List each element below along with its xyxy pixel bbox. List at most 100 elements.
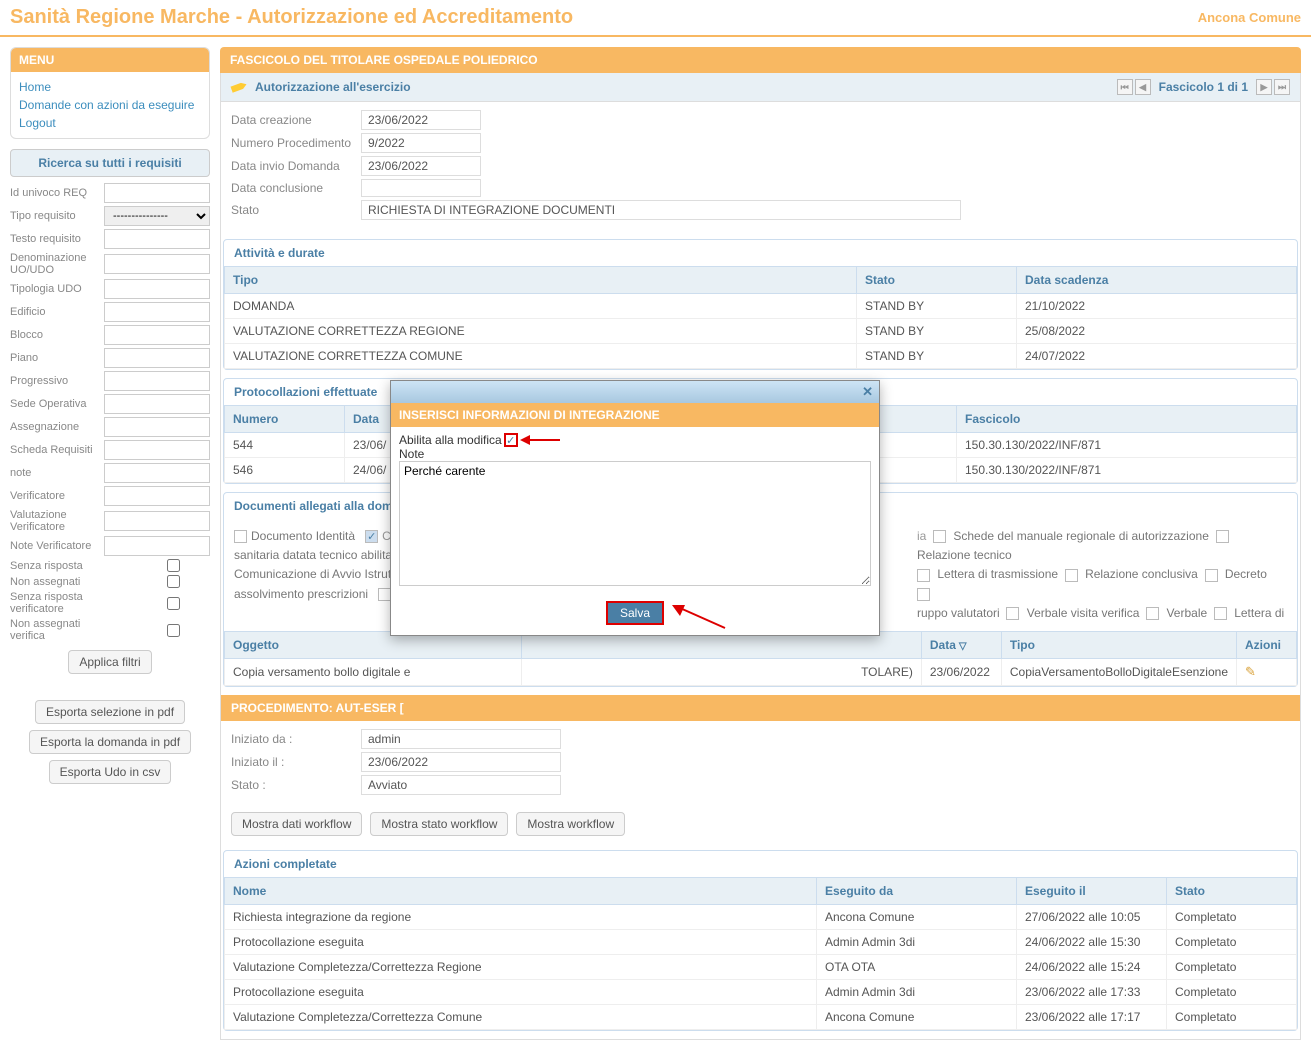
doc-checkbox[interactable]	[917, 569, 930, 582]
filter-input[interactable]	[104, 302, 210, 322]
table-header: Eseguito da	[817, 877, 1017, 904]
filter-input[interactable]	[104, 229, 210, 249]
arrow-annotation	[520, 433, 560, 447]
workflow-state-button[interactable]: Mostra stato workflow	[370, 812, 508, 836]
doc-checkbox[interactable]	[1006, 607, 1019, 620]
filter-input[interactable]	[104, 486, 210, 506]
table-header: Fascicolo	[957, 406, 1297, 433]
workflow-show-button[interactable]: Mostra workflow	[516, 812, 625, 836]
export-pdf-domanda-button[interactable]: Esporta la domanda in pdf	[29, 730, 191, 754]
info-value: 23/06/2022	[361, 156, 481, 176]
filter-input[interactable]	[104, 440, 210, 460]
filter-label: Senza risposta verificatore	[10, 591, 100, 615]
attivita-section: Attività e durate TipoStatoData scadenza…	[223, 239, 1298, 370]
pager-label: Fascicolo 1 di 1	[1159, 80, 1248, 94]
table-header: Stato	[1167, 877, 1297, 904]
info-value: 9/2022	[361, 133, 481, 153]
filter-input[interactable]	[104, 254, 210, 274]
filter-label: Tipo requisito	[10, 210, 100, 222]
filter-label: Valutazione Verificatore	[10, 509, 100, 533]
abilita-checkbox[interactable]: ✓	[504, 433, 518, 447]
table-header: Data scadenza	[1017, 267, 1297, 294]
filter-checkbox[interactable]	[167, 597, 180, 610]
doc-checkbox[interactable]	[1214, 607, 1227, 620]
menu-header: MENU	[11, 48, 209, 72]
sub-title: Autorizzazione all'esercizio	[255, 80, 411, 94]
prev-page-button[interactable]: ◀	[1135, 79, 1151, 95]
filter-select[interactable]: ---------------	[104, 206, 210, 226]
filter-input[interactable]	[104, 348, 210, 368]
filter-input[interactable]	[104, 183, 210, 203]
arrow-annotation	[670, 603, 730, 633]
doc-checkbox[interactable]	[365, 530, 378, 543]
filter-input[interactable]	[104, 279, 210, 299]
info-label: Stato	[231, 203, 361, 217]
workflow-data-button[interactable]: Mostra dati workflow	[231, 812, 362, 836]
filter-input[interactable]	[104, 511, 210, 531]
info-label: Numero Procedimento	[231, 136, 361, 150]
first-page-button[interactable]: ⏮	[1117, 79, 1133, 95]
procedimento-header: PROCEDIMENTO: AUT-ESER [	[221, 695, 1300, 721]
filter-label: note	[10, 467, 100, 479]
filter-input[interactable]	[104, 394, 210, 414]
filter-input[interactable]	[104, 536, 210, 556]
modal-header: INSERISCI INFORMAZIONI DI INTEGRAZIONE	[391, 403, 879, 427]
doc-checkbox[interactable]	[1205, 569, 1218, 582]
last-page-button[interactable]: ⏭	[1274, 79, 1290, 95]
filter-label: Denominazione UO/UDO	[10, 252, 100, 276]
apply-filters-button[interactable]: Applica filtri	[68, 650, 151, 674]
table-row: VALUTAZIONE CORRETTEZZA COMUNESTAND BY24…	[225, 344, 1297, 369]
close-icon[interactable]: ✕	[862, 384, 873, 400]
info-label: Data invio Domanda	[231, 159, 361, 173]
doc-checkbox[interactable]	[1216, 530, 1229, 543]
filter-label: Sede Operativa	[10, 398, 100, 410]
doc-checkbox[interactable]	[1065, 569, 1078, 582]
doc-checkbox[interactable]	[917, 588, 930, 601]
menu-link-home[interactable]: Home	[19, 78, 201, 96]
sort-icon[interactable]: ▽	[959, 641, 967, 652]
integration-modal: ✕ INSERISCI INFORMAZIONI DI INTEGRAZIONE…	[390, 380, 880, 636]
filter-label: Blocco	[10, 329, 100, 341]
filter-input[interactable]	[104, 463, 210, 483]
filter-label: Non assegnati verifica	[10, 618, 100, 642]
menu-link-domande[interactable]: Domande con azioni da eseguire	[19, 96, 201, 114]
filter-label: Senza risposta	[10, 560, 100, 572]
filter-checkbox[interactable]	[167, 559, 180, 572]
doc-checkbox[interactable]	[234, 530, 247, 543]
filter-label: Tipologia UDO	[10, 283, 100, 295]
filter-label: Note Verificatore	[10, 540, 100, 552]
menu-link-logout[interactable]: Logout	[19, 114, 201, 132]
filter-checkbox[interactable]	[167, 624, 180, 637]
modal-titlebar[interactable]: ✕	[391, 381, 879, 403]
filter-input[interactable]	[104, 325, 210, 345]
export-csv-button[interactable]: Esporta Udo in csv	[49, 760, 172, 784]
table-row: Valutazione Completezza/Correttezza Regi…	[225, 954, 1297, 979]
filter-input[interactable]	[104, 371, 210, 391]
filter-input[interactable]	[104, 417, 210, 437]
table-row: Protocollazione eseguitaAdmin Admin 3di2…	[225, 979, 1297, 1004]
azioni-section: Azioni completate NomeEseguito daEseguit…	[223, 850, 1298, 1031]
filter-label: Piano	[10, 352, 100, 364]
doc-checkbox[interactable]	[933, 530, 946, 543]
table-header: Nome	[225, 877, 817, 904]
export-pdf-selection-button[interactable]: Esporta selezione in pdf	[35, 700, 185, 724]
oggetto-cell: Copia versamento bollo digitale e	[225, 658, 522, 685]
edit-action-icon[interactable]: ✎	[1245, 664, 1256, 679]
table-row: Valutazione Completezza/Correttezza Comu…	[225, 1004, 1297, 1029]
info-value: RICHIESTA DI INTEGRAZIONE DOCUMENTI	[361, 200, 961, 220]
filter-label: Scheda Requisiti	[10, 444, 100, 456]
filter-label: Id univoco REQ	[10, 187, 100, 199]
search-header: Ricerca su tutti i requisiti	[10, 149, 210, 177]
note-textarea[interactable]	[399, 461, 871, 586]
abilita-label: Abilita alla modifica	[399, 433, 502, 447]
doc-checkbox[interactable]	[1146, 607, 1159, 620]
filter-label: Edificio	[10, 306, 100, 318]
user-label[interactable]: Ancona Comune	[1198, 10, 1301, 25]
filter-label: Progressivo	[10, 375, 100, 387]
filter-label: Assegnazione	[10, 421, 100, 433]
next-page-button[interactable]: ▶	[1256, 79, 1272, 95]
filter-checkbox[interactable]	[167, 575, 180, 588]
save-button[interactable]: Salva	[606, 601, 664, 625]
app-title: Sanità Regione Marche - Autorizzazione e…	[10, 6, 573, 29]
info-value	[361, 179, 481, 197]
